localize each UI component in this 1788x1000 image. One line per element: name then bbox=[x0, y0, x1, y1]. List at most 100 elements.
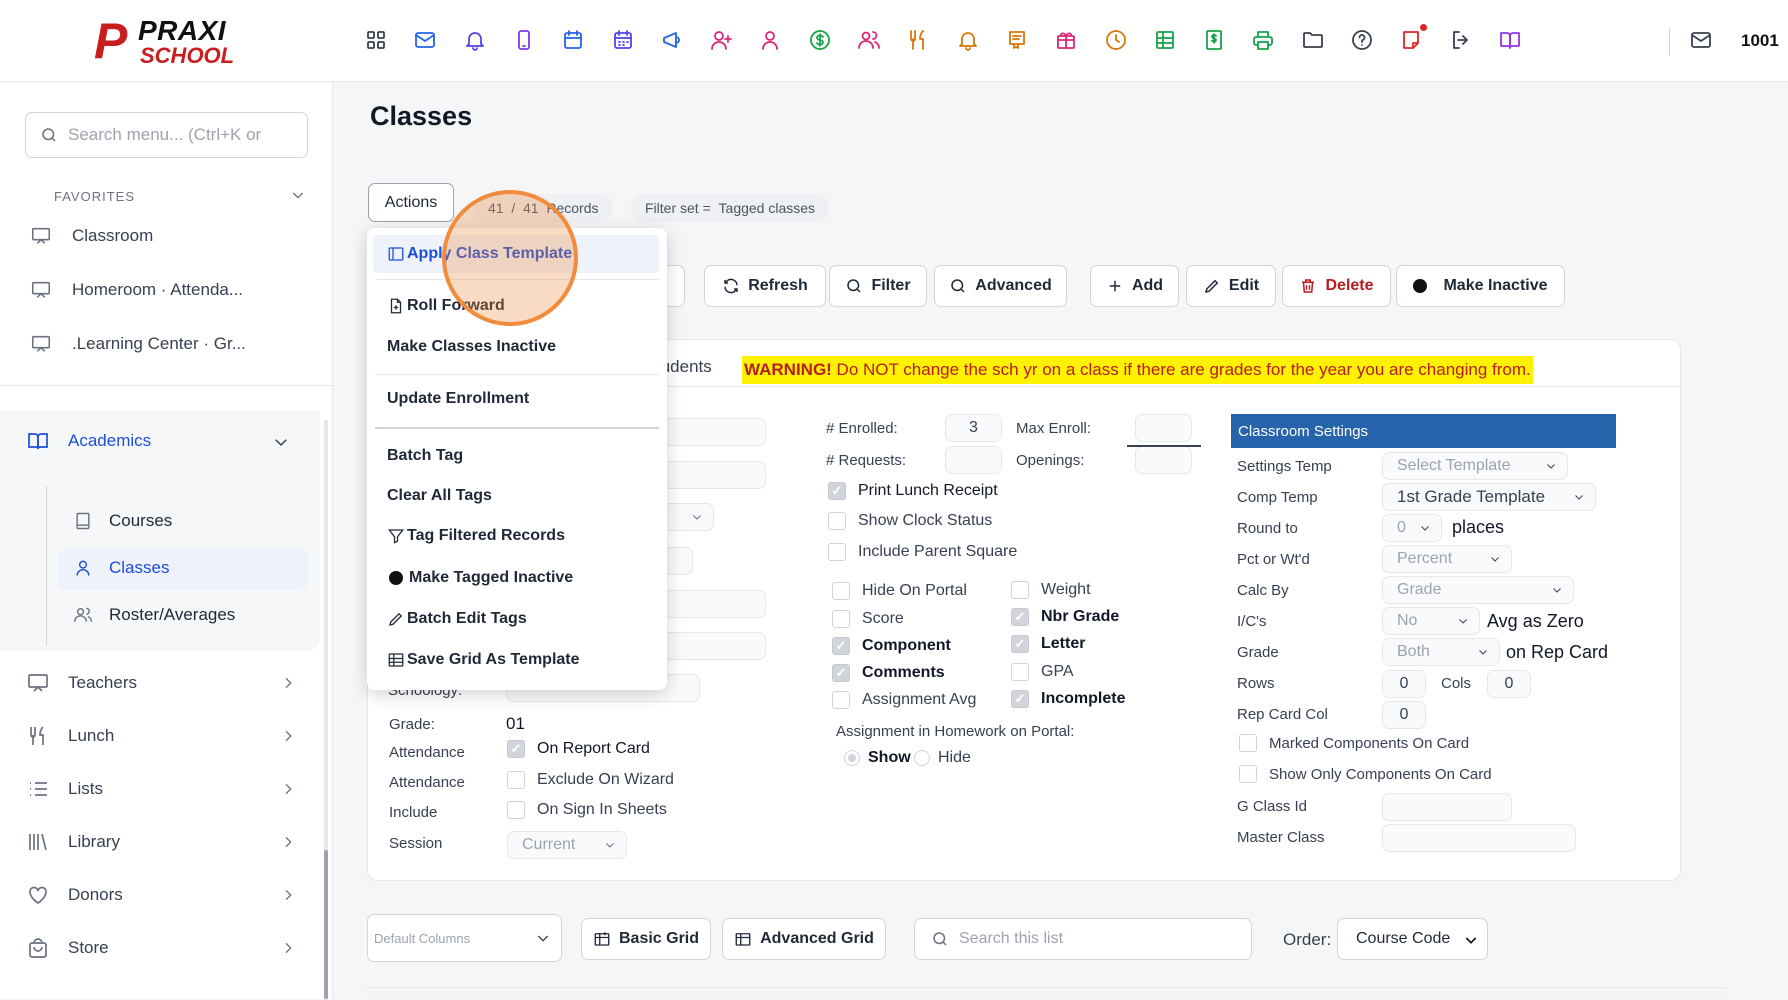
marked-components-checkbox[interactable]: Marked Components On Card bbox=[1239, 734, 1469, 752]
apps-icon[interactable] bbox=[363, 27, 389, 53]
menu-item-clear-all-tags[interactable]: Clear All Tags bbox=[387, 487, 492, 505]
checkbox[interactable] bbox=[832, 691, 850, 709]
sidebar-item-teachers[interactable]: Teachers bbox=[26, 668, 296, 698]
checkbox[interactable] bbox=[828, 512, 846, 530]
menu-item-save-grid-as-template[interactable]: Save Grid As Template bbox=[387, 651, 580, 669]
help-icon[interactable] bbox=[1349, 27, 1375, 53]
checkbox[interactable] bbox=[507, 801, 525, 819]
menu-item-update-enrollment[interactable]: Update Enrollment bbox=[387, 390, 529, 408]
gift-icon[interactable] bbox=[1053, 27, 1079, 53]
comments-checkbox[interactable]: Comments bbox=[832, 664, 945, 682]
favorite-learning-center[interactable]: .Learning Center · Gr... bbox=[30, 329, 246, 359]
show-only-components-checkbox[interactable]: Show Only Components On Card bbox=[1239, 765, 1492, 783]
filter-button[interactable]: Filter bbox=[829, 265, 927, 307]
printer-icon[interactable] bbox=[1250, 27, 1276, 53]
favorite-classroom[interactable]: Classroom bbox=[30, 221, 153, 251]
rows-field[interactable]: 0 bbox=[1382, 670, 1426, 698]
sidebar-item-classes[interactable]: Classes bbox=[73, 553, 169, 583]
hide-on-portal-checkbox[interactable]: Hide On Portal bbox=[832, 582, 967, 600]
sidebar-scrollbar-thumb[interactable] bbox=[324, 850, 328, 999]
phone-icon[interactable] bbox=[511, 27, 537, 53]
actions-button[interactable]: Actions bbox=[368, 183, 454, 222]
sidebar-item-roster-averages[interactable]: Roster/Averages bbox=[73, 600, 235, 630]
list-search-input[interactable]: Search this list bbox=[914, 918, 1252, 960]
certificate-icon[interactable] bbox=[1004, 27, 1030, 53]
text-field[interactable] bbox=[663, 461, 766, 489]
score-checkbox[interactable]: Score bbox=[832, 610, 904, 628]
checkbox[interactable] bbox=[1011, 663, 1029, 681]
text-field[interactable] bbox=[663, 632, 766, 660]
show-radio[interactable]: Show bbox=[844, 749, 911, 767]
dropdown[interactable] bbox=[663, 503, 714, 531]
table-icon[interactable] bbox=[1152, 27, 1178, 53]
sidebar-item-lunch[interactable]: Lunch bbox=[26, 721, 296, 751]
dropdown[interactable] bbox=[663, 547, 693, 575]
print-lunch-receipt-checkbox[interactable]: Print Lunch Receipt bbox=[828, 482, 998, 500]
nbr-grade-checkbox[interactable]: Nbr Grade bbox=[1011, 608, 1119, 626]
checkbox[interactable] bbox=[1011, 635, 1029, 653]
checkbox[interactable] bbox=[832, 610, 850, 628]
hide-radio[interactable]: Hide bbox=[914, 749, 971, 767]
incomplete-checkbox[interactable]: Incomplete bbox=[1011, 690, 1125, 708]
radio[interactable] bbox=[914, 750, 930, 766]
checkbox[interactable] bbox=[828, 543, 846, 561]
exclude-on-wizard-checkbox[interactable]: Exclude On Wizard bbox=[507, 771, 674, 789]
delete-button[interactable]: Delete bbox=[1282, 265, 1391, 307]
basic-grid-button[interactable]: Basic Grid bbox=[581, 918, 711, 960]
checkbox[interactable] bbox=[1011, 690, 1029, 708]
text-field[interactable] bbox=[663, 418, 766, 446]
checkbox[interactable] bbox=[1239, 765, 1257, 783]
checkbox[interactable] bbox=[507, 740, 525, 758]
checkbox[interactable] bbox=[1239, 734, 1257, 752]
make-inactive-button[interactable]: Make Inactive bbox=[1396, 265, 1565, 307]
sidebar-item-academics[interactable]: Academics bbox=[26, 429, 151, 453]
megaphone-icon[interactable] bbox=[659, 27, 685, 53]
checkbox[interactable] bbox=[832, 637, 850, 655]
users-icon[interactable] bbox=[856, 27, 882, 53]
openings-field[interactable] bbox=[1135, 446, 1192, 474]
on-report-card-checkbox[interactable]: On Report Card bbox=[507, 740, 650, 758]
assignment-avg-checkbox[interactable]: Assignment Avg bbox=[832, 691, 976, 709]
weight-checkbox[interactable]: Weight bbox=[1011, 581, 1091, 599]
folder-icon[interactable] bbox=[1300, 27, 1326, 53]
user-id[interactable]: 1001 bbox=[1741, 31, 1779, 51]
checkbox[interactable] bbox=[1011, 608, 1029, 626]
checkbox[interactable] bbox=[507, 771, 525, 789]
checkbox[interactable] bbox=[1011, 581, 1029, 599]
g-class-id-field[interactable] bbox=[1382, 793, 1512, 821]
session-select[interactable]: Current bbox=[507, 831, 627, 859]
enrolled-field[interactable]: 3 bbox=[945, 414, 1002, 442]
checkbox[interactable] bbox=[828, 482, 846, 500]
user-icon[interactable] bbox=[757, 27, 783, 53]
grade-rep-select[interactable]: Both bbox=[1382, 638, 1500, 666]
calc-by-select[interactable]: Grade bbox=[1382, 576, 1574, 604]
mail-icon[interactable] bbox=[1688, 27, 1714, 53]
advanced-button[interactable]: Advanced bbox=[934, 265, 1067, 307]
mail-icon[interactable] bbox=[412, 27, 438, 53]
ics-select[interactable]: No bbox=[1382, 607, 1480, 635]
gpa-checkbox[interactable]: GPA bbox=[1011, 663, 1074, 681]
master-class-field[interactable] bbox=[1382, 824, 1576, 852]
sidebar-item-donors[interactable]: Donors bbox=[26, 880, 296, 910]
text-field[interactable] bbox=[663, 590, 766, 618]
letter-checkbox[interactable]: Letter bbox=[1011, 635, 1085, 653]
include-parent-square-checkbox[interactable]: Include Parent Square bbox=[828, 543, 1017, 561]
max-enroll-field[interactable] bbox=[1135, 414, 1192, 442]
sidebar-item-courses[interactable]: Courses bbox=[73, 506, 172, 536]
checkbox[interactable] bbox=[832, 664, 850, 682]
utensils-icon[interactable] bbox=[905, 27, 931, 53]
user-plus-icon[interactable] bbox=[708, 27, 734, 53]
order-select[interactable]: Course Code bbox=[1337, 918, 1488, 960]
rep-card-col-field[interactable]: 0 bbox=[1382, 701, 1426, 729]
round-to-select[interactable]: 0 bbox=[1382, 514, 1442, 542]
edit-button[interactable]: Edit bbox=[1186, 265, 1276, 307]
bell-alert-icon[interactable] bbox=[955, 27, 981, 53]
sidebar-item-library[interactable]: Library bbox=[26, 827, 296, 857]
calendar-grid-icon[interactable] bbox=[610, 27, 636, 53]
logout-icon[interactable] bbox=[1448, 27, 1474, 53]
refresh-button[interactable]: Refresh bbox=[704, 265, 826, 307]
checkbox[interactable] bbox=[832, 582, 850, 600]
add-button[interactable]: Add bbox=[1090, 265, 1179, 307]
clock-icon[interactable] bbox=[1103, 27, 1129, 53]
comp-temp-select[interactable]: 1st Grade Template bbox=[1382, 483, 1596, 511]
